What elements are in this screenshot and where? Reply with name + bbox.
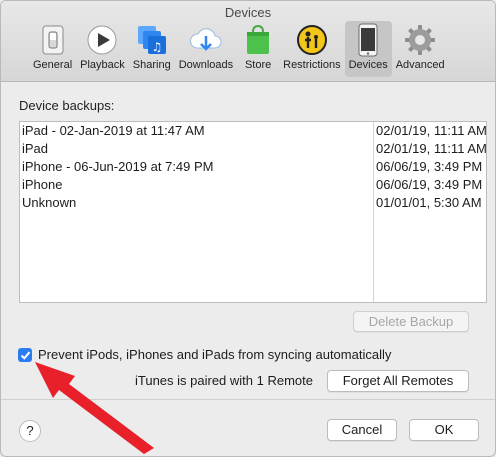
- iphone-device-icon: [351, 23, 385, 57]
- general-switch-icon: [36, 23, 70, 57]
- tab-devices[interactable]: Devices: [344, 21, 392, 77]
- tab-label: Restrictions: [283, 59, 341, 71]
- tab-store[interactable]: Store: [237, 21, 279, 77]
- store-bag-icon: [241, 23, 275, 57]
- list-item[interactable]: Unknown: [20, 194, 373, 212]
- gear-icon: [403, 23, 437, 57]
- list-item[interactable]: iPhone - 06-Jun-2019 at 7:49 PM: [20, 158, 373, 176]
- tab-label: Sharing: [132, 59, 171, 71]
- cancel-button[interactable]: Cancel: [327, 419, 397, 441]
- backup-date-column: 02/01/19, 11:11 AM 02/01/19, 11:11 AM 06…: [374, 122, 486, 302]
- list-item[interactable]: iPhone: [20, 176, 373, 194]
- tab-label: Store: [244, 59, 272, 71]
- toolbar-area: Devices General Playback ♫ Sharing Downl…: [1, 1, 495, 82]
- list-item-date[interactable]: 02/01/19, 11:11 AM: [374, 140, 486, 158]
- sharing-music-icon: ♫: [135, 23, 169, 57]
- tab-downloads[interactable]: Downloads: [175, 21, 237, 77]
- tab-playback[interactable]: Playback: [76, 21, 129, 77]
- list-item-date[interactable]: 01/01/01, 5:30 AM: [374, 194, 486, 212]
- list-item[interactable]: iPad - 02-Jan-2019 at 11:47 AM: [20, 122, 373, 140]
- play-icon: [85, 23, 119, 57]
- preferences-toolbar: General Playback ♫ Sharing Downloads Sto…: [29, 21, 449, 77]
- tab-label: Devices: [348, 59, 388, 71]
- tab-label: Advanced: [395, 59, 445, 71]
- device-backups-label: Device backups:: [19, 98, 115, 113]
- forget-all-remotes-button[interactable]: Forget All Remotes: [327, 370, 469, 392]
- red-arrow-annotation: [35, 362, 154, 454]
- tab-label: Downloads: [178, 59, 234, 71]
- window-title: Devices: [224, 5, 272, 20]
- tab-sharing[interactable]: ♫ Sharing: [129, 21, 175, 77]
- tab-general[interactable]: General: [29, 21, 76, 77]
- list-item[interactable]: iPad: [20, 140, 373, 158]
- list-item-date[interactable]: 06/06/19, 3:49 PM: [374, 158, 486, 176]
- svg-text:♫: ♫: [151, 40, 162, 54]
- ok-button[interactable]: OK: [409, 419, 479, 441]
- list-item-date[interactable]: 02/01/19, 11:11 AM: [374, 122, 486, 140]
- backup-name-column: iPad - 02-Jan-2019 at 11:47 AM iPad iPho…: [20, 122, 374, 302]
- delete-backup-button[interactable]: Delete Backup: [353, 311, 469, 332]
- tab-restrictions[interactable]: Restrictions: [279, 21, 344, 77]
- tab-label: Playback: [80, 59, 125, 71]
- tab-advanced[interactable]: Advanced: [392, 21, 449, 77]
- tab-label: General: [33, 59, 73, 71]
- device-backups-list[interactable]: iPad - 02-Jan-2019 at 11:47 AM iPad iPho…: [19, 121, 487, 303]
- cloud-download-icon: [189, 23, 223, 57]
- list-item-date[interactable]: 06/06/19, 3:49 PM: [374, 176, 486, 194]
- preferences-window: Devices General Playback ♫ Sharing Downl…: [0, 0, 496, 457]
- restrictions-parental-icon: [295, 23, 329, 57]
